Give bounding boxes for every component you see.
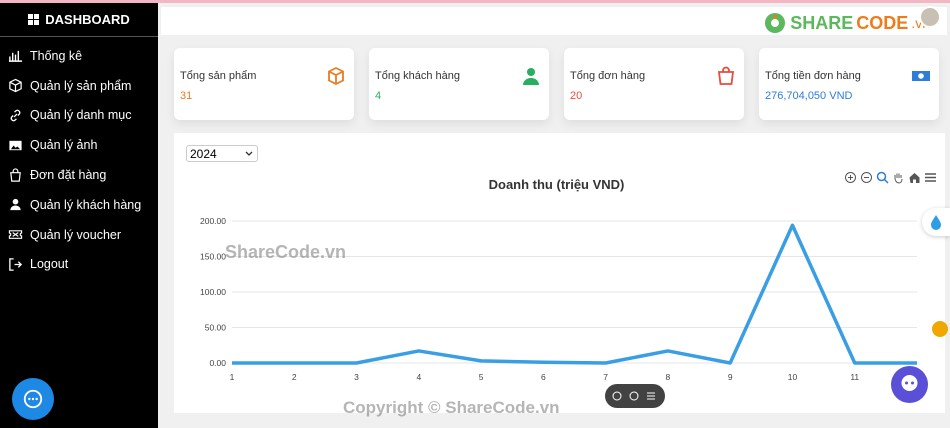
sidebar-item-5[interactable]: Quản lý khách hàng	[0, 190, 158, 220]
messenger-icon	[901, 375, 918, 391]
water-drop-icon	[931, 215, 941, 230]
sidebar-item-3[interactable]: Quản lý ảnh	[0, 130, 158, 160]
float-drop-button[interactable]	[922, 208, 950, 236]
revenue-line-chart: 0.00 50.00 100.00 150.00 200.00 1 2 3 4 5 6 7 8 9 10 11	[200, 216, 917, 382]
sidebar: DASHBOARD Thống kê Quản lý sản phẩm Quản l…	[0, 3, 158, 428]
revenue-chart-panel: 2024 Doanh thu (triệu VND) 0.00 50.00 100.…	[174, 133, 945, 413]
sidebar-item-0[interactable]: Thống kê	[0, 41, 158, 71]
x-tick-label: 6	[541, 372, 546, 382]
logo-text-share: SHARE	[790, 12, 854, 33]
sidebar-title: DASHBOARD	[45, 12, 130, 27]
y-tick-label: 100.00	[200, 287, 226, 297]
sidebar-item-label: Quản lý danh mục	[30, 108, 132, 123]
x-tick-label: 1	[230, 372, 235, 382]
floating-mini-toolbar[interactable]	[605, 384, 665, 408]
chart-icon	[7, 48, 23, 64]
sidebar-item-label: Đơn đặt hàng	[30, 168, 107, 183]
stat-card-1: Tổng khách hàng 4	[369, 48, 549, 120]
sidebar-header[interactable]: DASHBOARD	[0, 3, 158, 37]
y-tick-label: 0.00	[209, 358, 226, 368]
sidebar-item-label: Quản lý sản phẩm	[30, 78, 132, 93]
image-icon	[7, 137, 23, 153]
x-tick-label: 8	[666, 372, 671, 382]
x-tick-label: 5	[479, 372, 484, 382]
stat-card-value: 31	[180, 90, 193, 102]
chevron-down-icon	[245, 151, 253, 156]
year-select-value: 2024	[190, 146, 217, 161]
header-bar: SHARECODE.vn	[161, 6, 947, 35]
sidebar-item-2[interactable]: Quản lý danh mục	[0, 101, 158, 131]
messenger-button[interactable]	[891, 366, 928, 403]
stat-card-value: 4	[375, 90, 382, 102]
user-icon	[521, 66, 541, 86]
sidebar-item-6[interactable]: Quản lý voucher	[0, 220, 158, 250]
user-icon	[7, 197, 23, 213]
stat-card-0: Tổng sản phẩm 31	[174, 48, 354, 120]
x-tick-label: 11	[850, 372, 859, 382]
sidebar-item-label: Logout	[30, 257, 69, 272]
float-gear-button[interactable]	[932, 321, 948, 337]
bag-icon	[716, 66, 736, 86]
logo-icon	[765, 13, 786, 33]
sidebar-menu: Thống kê Quản lý sản phẩm Quản lý danh mục…	[0, 37, 158, 279]
y-tick-label: 50.00	[205, 323, 227, 333]
ticket-icon	[7, 227, 23, 243]
logo-text-code: CODE	[856, 12, 909, 33]
box-icon	[326, 66, 346, 86]
x-tick-label: 7	[603, 372, 608, 382]
link-icon	[7, 107, 23, 123]
logout-icon	[7, 256, 23, 272]
year-select[interactable]: 2024	[186, 145, 258, 162]
sidebar-item-label: Quản lý voucher	[30, 227, 122, 242]
revenue-series-line	[232, 223, 917, 365]
stat-card-3: Tổng tiền đơn hàng 276,704,050 VND	[759, 48, 939, 120]
stat-card-value: 276,704,050 VND	[765, 90, 853, 102]
sidebar-item-label: Quản lý ảnh	[30, 138, 98, 153]
stats-cards: Tổng sản phẩm 31 Tổng khách hàng 4 Tổng đơn …	[174, 48, 939, 120]
stat-card-value: 20	[570, 90, 583, 102]
stat-card-2: Tổng đơn hàng 20	[564, 48, 744, 120]
x-tick-label: 2	[292, 372, 297, 382]
sharecode-logo[interactable]: SHARECODE.vn	[763, 6, 941, 35]
chat-icon	[23, 389, 43, 409]
sidebar-item-label: Thống kê	[30, 48, 83, 63]
money-icon	[911, 66, 931, 86]
x-tick-label: 4	[416, 372, 421, 382]
avatar[interactable]	[919, 6, 941, 28]
main-content: SHARECODE.vn Tổng sản phẩm31Tổng khách h…	[158, 3, 950, 428]
y-tick-label: 200.00	[200, 216, 226, 226]
sidebar-item-4[interactable]: Đơn đặt hàng	[0, 160, 158, 190]
x-tick-label: 3	[354, 372, 359, 382]
x-tick-label: 10	[788, 372, 798, 382]
mini-toolbar-icons	[612, 391, 655, 401]
sidebar-item-label: Quản lý khách hàng	[30, 197, 142, 212]
dashboard-icon	[28, 14, 40, 25]
y-tick-label: 150.00	[200, 252, 226, 262]
bag-icon	[7, 167, 23, 183]
sidebar-item-7[interactable]: Logout	[0, 250, 158, 280]
x-tick-label: 9	[728, 372, 733, 382]
box-icon	[7, 78, 23, 94]
chat-bubble-button[interactable]	[12, 378, 54, 420]
sidebar-item-1[interactable]: Quản lý sản phẩm	[0, 71, 158, 101]
